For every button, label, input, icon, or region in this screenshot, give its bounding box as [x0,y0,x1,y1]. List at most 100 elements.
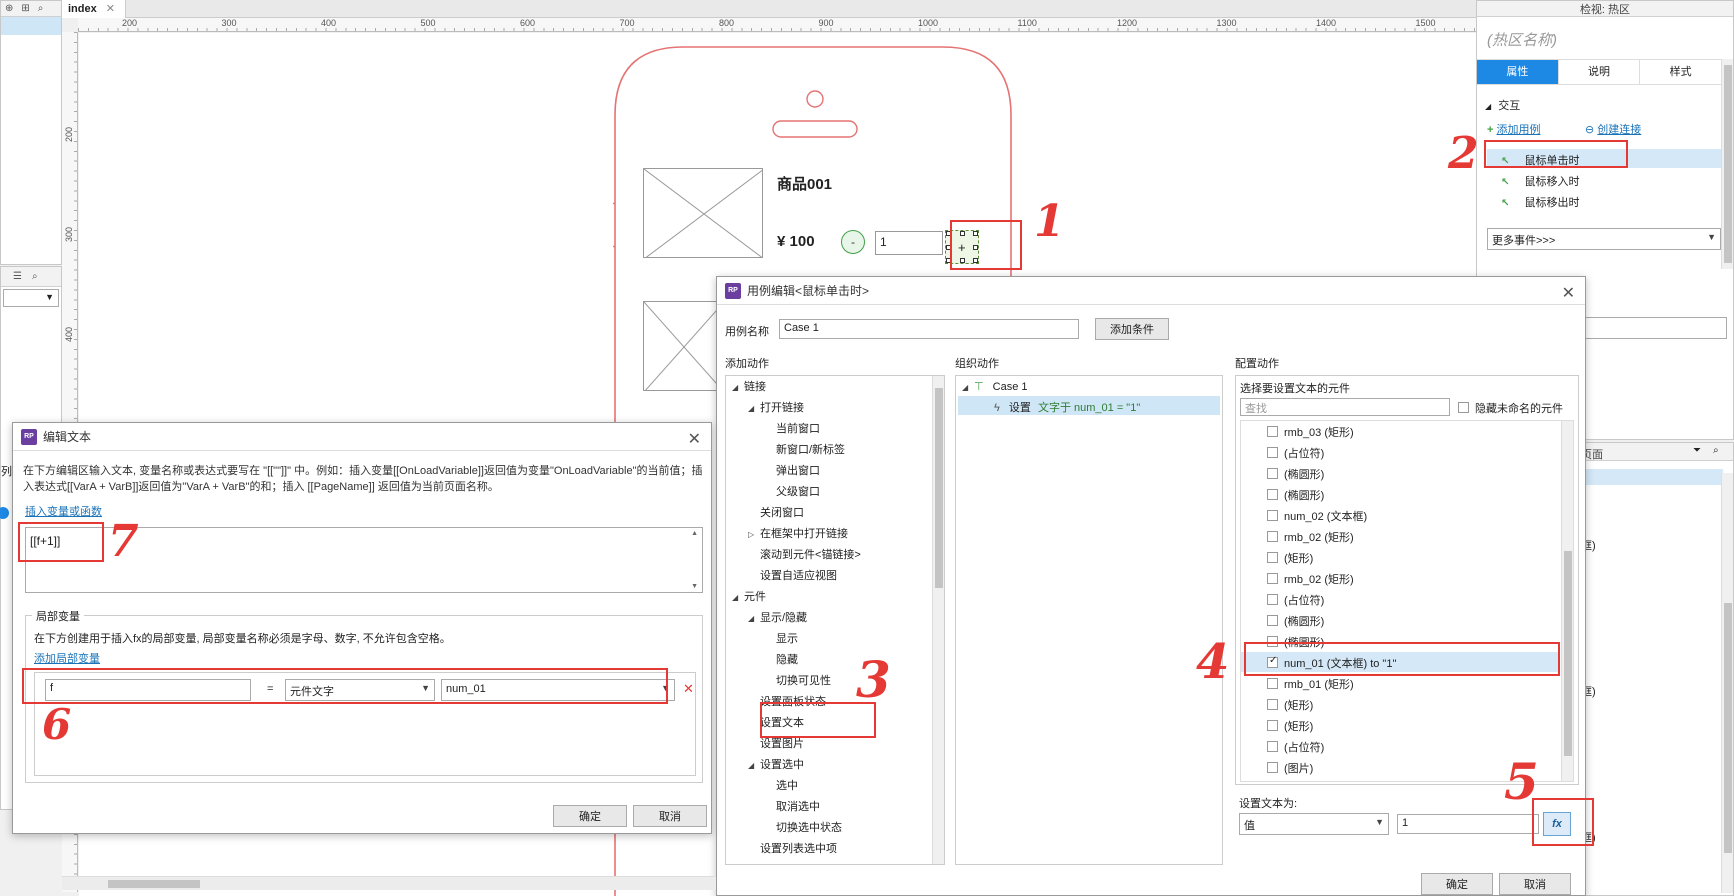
section-interaction[interactable]: ◢ 交互 [1485,97,1520,113]
hotspot-name-field[interactable]: (热区名称) [1487,29,1557,50]
widget-checkbox[interactable] [1267,447,1278,458]
widget-list-item[interactable]: rmb_03 (矩形) [1241,421,1559,441]
widget-checkbox[interactable] [1267,615,1278,626]
search-icon[interactable]: ⌕ [38,3,44,14]
widget-checkbox[interactable] [1267,762,1278,773]
add-folder-icon[interactable]: ⊞ [21,3,29,14]
widget-checkbox[interactable] [1267,720,1278,731]
expand-triangle-icon[interactable]: ◢ [732,593,744,602]
action-tree-item[interactable]: 设置自适应视图 [760,567,837,583]
add-local-var-link[interactable]: 添加局部变量 [34,650,100,666]
action-tree-item[interactable]: 选中 [776,777,798,793]
set-text-type-dropdown[interactable]: 值 ▼ [1239,813,1389,835]
widget-list-item[interactable]: (矩形) [1241,715,1559,735]
widget-list-item[interactable]: rmb_01 (矩形) [1241,673,1559,693]
expand-triangle-icon[interactable]: ◢ [732,383,744,392]
add-page-icon[interactable]: ⊕ [5,3,13,14]
outline-scrollbar[interactable] [1721,473,1733,893]
add-case-link[interactable]: + 添加用例 [1487,121,1541,137]
action-tree-item[interactable]: 取消选中 [776,798,820,814]
search-icon[interactable]: ⌕ [1713,445,1719,456]
expand-triangle-icon[interactable]: ▷ [748,530,760,539]
widget-list-scrollbar[interactable] [1561,421,1573,781]
edit-ok-button[interactable]: 确定 [553,805,627,827]
action-tree-item[interactable]: ◢ 设置选中 [748,756,804,772]
case-ok-button[interactable]: 确定 [1421,873,1493,895]
widget-list-item[interactable]: (椭圆形) [1241,610,1559,630]
widget-checkbox[interactable] [1267,468,1278,479]
widget-search-input[interactable]: 查找 [1240,398,1450,416]
widget-checkbox[interactable] [1267,531,1278,542]
close-icon[interactable]: ✕ [688,429,701,449]
list-icon[interactable]: ☰ [13,271,22,282]
action-tree-item[interactable]: 当前窗口 [776,420,820,436]
case-node[interactable]: ◢ ⊤ Case 1 [962,380,1028,393]
widget-list-item[interactable]: (矩形) [1241,547,1559,567]
library-dropdown[interactable]: ▼ [3,289,59,307]
more-events-dropdown[interactable]: 更多事件>>> ▼ [1487,228,1721,250]
widget-list-item[interactable]: (占位符) [1241,442,1559,462]
tab-notes[interactable]: 说明 [1557,60,1640,84]
quantity-field[interactable]: 1 [875,231,943,255]
widget-list-item[interactable]: (占位符) [1241,589,1559,609]
action-tree-item[interactable]: ◢ 显示/隐藏 [748,609,807,625]
minus-button[interactable]: - [841,230,865,254]
event-mouseleave[interactable]: ↖ 鼠标移出时 [1501,194,1579,210]
action-row-selected[interactable]: ϟ 设置 文字于 num_01 = "1" [958,396,1220,415]
widget-checkbox[interactable] [1267,552,1278,563]
action-tree-item[interactable]: 设置列表选中项 [760,840,837,856]
widget-checkbox[interactable] [1267,594,1278,605]
delete-var-icon[interactable]: ✕ [683,681,694,697]
search-icon[interactable]: ⌕ [32,271,38,282]
case-name-input[interactable]: Case 1 [779,319,1079,339]
hide-unnamed-checkbox[interactable]: 隐藏未命名的元件 [1458,400,1563,416]
widget-checkbox[interactable] [1267,510,1278,521]
tab-index[interactable]: index ✕ [62,0,126,18]
action-tree-item[interactable]: ◢ 打开链接 [748,399,804,415]
action-tree-item[interactable]: 切换选中状态 [776,819,842,835]
widget-list-item[interactable]: (椭圆形) [1241,463,1559,483]
close-icon[interactable]: ✕ [106,3,115,15]
event-mouseenter[interactable]: ↖ 鼠标移入时 [1501,173,1579,189]
set-text-value-input[interactable]: 1 [1397,814,1539,834]
action-tree-item[interactable]: 显示 [776,630,798,646]
selected-page-row[interactable] [1,17,61,35]
expand-triangle-icon[interactable]: ◢ [748,761,760,770]
tab-properties[interactable]: 属性 [1477,60,1558,84]
action-tree-item[interactable]: 关闭窗口 [760,504,804,520]
widget-checkbox[interactable] [1267,699,1278,710]
inspector-scrollbar[interactable] [1721,59,1733,269]
action-tree-scrollbar[interactable] [932,376,944,864]
close-icon[interactable]: ✕ [1562,283,1575,303]
widget-list-item[interactable]: num_02 (文本框) [1241,505,1559,525]
widget-checkbox[interactable] [1267,489,1278,500]
widget-list-item[interactable]: (矩形) [1241,694,1559,714]
widget-checkbox[interactable] [1267,678,1278,689]
action-tree-item[interactable]: ◢ 元件 [732,588,766,604]
action-tree-item[interactable]: 新窗口/新标签 [776,441,845,457]
action-tree-item[interactable]: 父级窗口 [776,483,820,499]
action-tree-item[interactable]: 切换可见性 [776,672,831,688]
insert-variable-link[interactable]: 插入变量或函数 [25,503,102,519]
action-tree-item[interactable]: 滚动到元件<锚链接> [760,546,861,562]
tab-style[interactable]: 样式 [1639,60,1721,84]
widget-list-item[interactable]: (椭圆形) [1241,484,1559,504]
edit-cancel-button[interactable]: 取消 [633,805,707,827]
add-condition-button[interactable]: 添加条件 [1095,318,1169,340]
expand-triangle-icon[interactable]: ◢ [748,614,760,623]
action-tree-item[interactable]: 弹出窗口 [776,462,820,478]
widget-checkbox[interactable] [1267,426,1278,437]
create-link-link[interactable]: ⊖ 创建连接 [1585,121,1641,137]
expand-triangle-icon[interactable]: ◢ [748,404,760,413]
widget-list-item[interactable]: rmb_02 (矩形) [1241,568,1559,588]
canvas-h-scrollbar[interactable] [62,876,716,890]
scroll-down-icon[interactable]: ▼ [691,583,698,590]
action-tree-item[interactable]: 隐藏 [776,651,798,667]
case-cancel-button[interactable]: 取消 [1499,873,1571,895]
widget-list-item[interactable]: rmb_02 (矩形) [1241,526,1559,546]
widget-checkbox[interactable] [1267,741,1278,752]
filter-icon[interactable]: ⏷ [1693,445,1701,456]
scroll-up-icon[interactable]: ▲ [691,530,698,537]
widget-checkbox[interactable] [1267,573,1278,584]
action-tree-item[interactable]: ▷ 在框架中打开链接 [748,525,848,541]
